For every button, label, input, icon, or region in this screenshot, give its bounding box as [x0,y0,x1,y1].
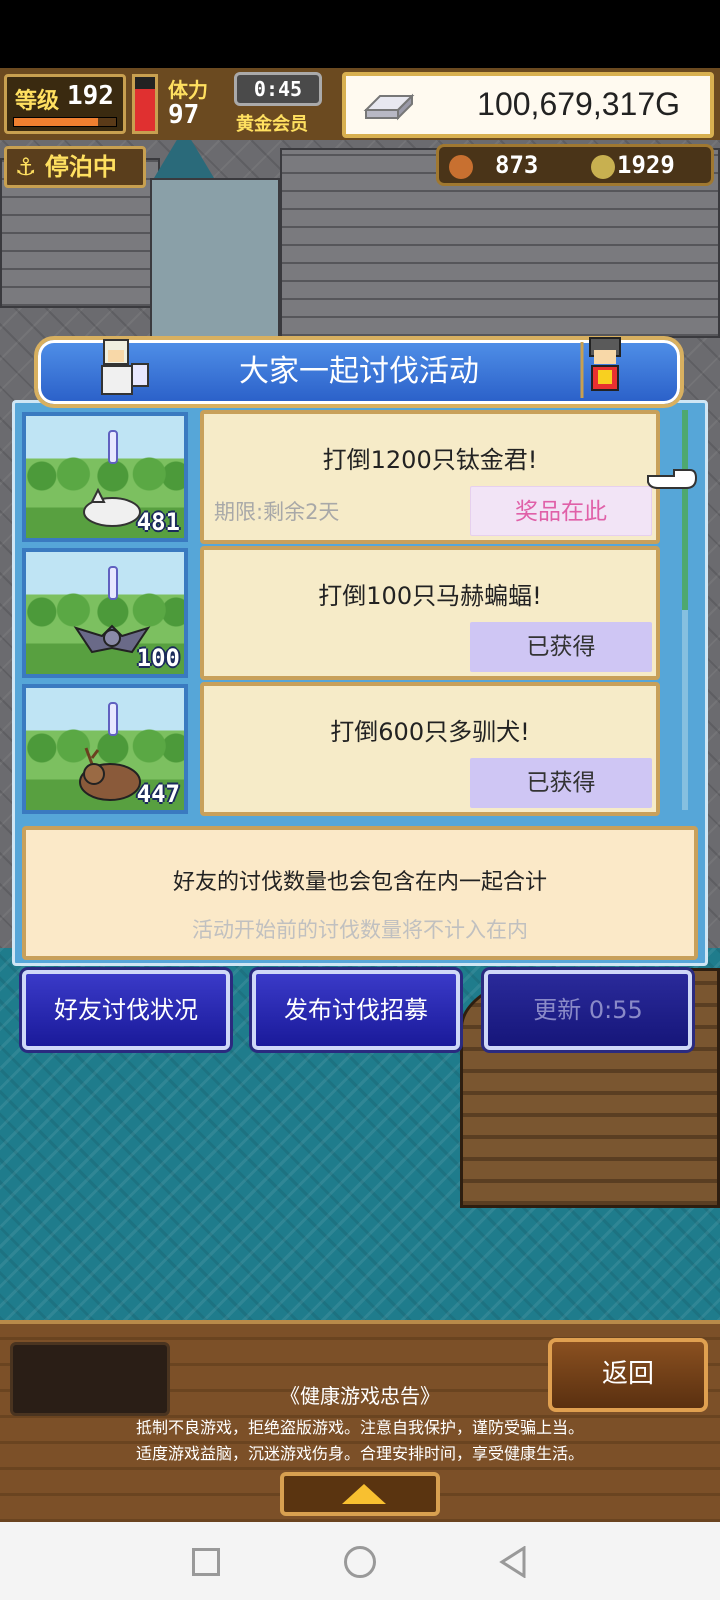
event-row[interactable]: 481 打倒1200只钛金君! 期限:剩余2天 奖品在此 [22,410,678,544]
system-status-bar [0,0,720,68]
event-thumbnail: 447 [22,684,188,814]
stamina-value: 97 [168,100,200,130]
event-list[interactable]: 481 打倒1200只钛金君! 期限:剩余2天 奖品在此 100 打倒100只马… [22,410,678,818]
level-label: 等级 [15,89,60,114]
gold-amount: 100,679,317G [477,86,680,122]
event-thumbnail: 481 [22,412,188,542]
up-arrow-icon [342,1484,386,1504]
scrollbar-thumb[interactable] [682,410,688,610]
alert-icon [108,702,118,736]
membership-label: 黄金会员 [236,114,308,135]
kill-count: 447 [136,780,180,808]
docked-status: ⚓ 停泊中 [4,146,146,188]
dialog-title-banner: 大家一起讨伐活动 [34,336,684,408]
exp-bar [13,117,117,127]
system-nav-bar [0,1522,720,1600]
home-icon[interactable] [344,1546,376,1578]
refresh-button[interactable]: 更新 0:55 [484,970,692,1050]
event-note-panel: 好友的讨伐数量也会包含在内一起合计 活动开始前的讨伐数量将不计入在内 [22,826,698,960]
event-row[interactable]: 100 打倒100只马赫蝙蝠! 已获得 [22,546,678,680]
event-card: 打倒600只多驯犬! 已获得 [200,682,660,816]
bottom-panel: 返回 《健康游戏忠告》 抵制不良游戏，拒绝盗版游戏。注意自我保护，谨防受骗上当。… [0,1320,720,1522]
kill-count: 481 [136,508,180,536]
post-recruit-button[interactable]: 发布讨伐招募 [252,970,460,1050]
stamina-timer: 0:45 [234,72,322,106]
event-thumbnail: 100 [22,548,188,678]
health-advisory-line-1: 抵制不良游戏，拒绝盗版游戏。注意自我保护，谨防受骗上当。 [135,1418,584,1437]
resource-2-value: 1929 [617,151,675,179]
event-card: 打倒100只马赫蝙蝠! 已获得 [200,546,660,680]
event-title: 打倒100只马赫蝙蝠! [318,582,542,610]
alert-icon [108,566,118,600]
resource-bar: 873 1929 [436,144,714,186]
health-advisory-line-2: 适度游戏益脑，沉迷游戏伤身。合理安排时间，享受健康生活。 [135,1444,584,1463]
event-card: 打倒1200只钛金君! 期限:剩余2天 奖品在此 [200,410,660,544]
event-deadline: 期限:剩余2天 [214,500,340,524]
resource-1-value: 873 [495,151,539,179]
obtained-button[interactable]: 已获得 [470,758,652,808]
docked-label: 停泊中 [44,153,117,181]
tower-building [150,178,280,338]
event-row[interactable]: 447 打倒600只多驯犬! 已获得 [22,682,678,816]
expand-menu-button[interactable] [280,1472,440,1516]
stamina-label: 体力 [168,78,208,102]
hp-gauge [132,74,158,134]
note-main-text: 好友的讨伐数量也会包含在内一起合计 [172,870,547,895]
anchor-icon: ⚓ [15,153,37,181]
kill-count: 100 [136,644,180,672]
obtained-button[interactable]: 已获得 [470,622,652,672]
friend-status-button[interactable]: 好友讨伐状况 [22,970,230,1050]
coin-icon [591,155,615,179]
health-advisory-title: 《健康游戏忠告》 [280,1384,440,1408]
food-icon [449,155,473,179]
silver-bar-icon [363,93,415,121]
recent-apps-icon[interactable] [192,1548,220,1576]
pointing-hand-icon [647,469,698,489]
alert-icon [108,430,118,464]
event-title: 打倒600只多驯犬! [330,718,530,746]
level-panel: 等级 192 [4,74,126,134]
note-sub-text: 活动开始前的讨伐数量将不计入在内 [192,918,528,942]
back-nav-icon[interactable] [498,1546,528,1578]
soldier-character-icon [580,337,621,398]
hp-gauge-fill [135,88,155,131]
event-title: 打倒1200只钛金君! [322,446,538,474]
gold-panel[interactable]: 100,679,317G [342,72,714,138]
prize-button[interactable]: 奖品在此 [470,486,652,536]
stamina-panel: 体力 97 0:45 黄金会员 [162,72,334,138]
exp-bar-fill [14,118,98,126]
level-value: 192 [67,81,114,111]
